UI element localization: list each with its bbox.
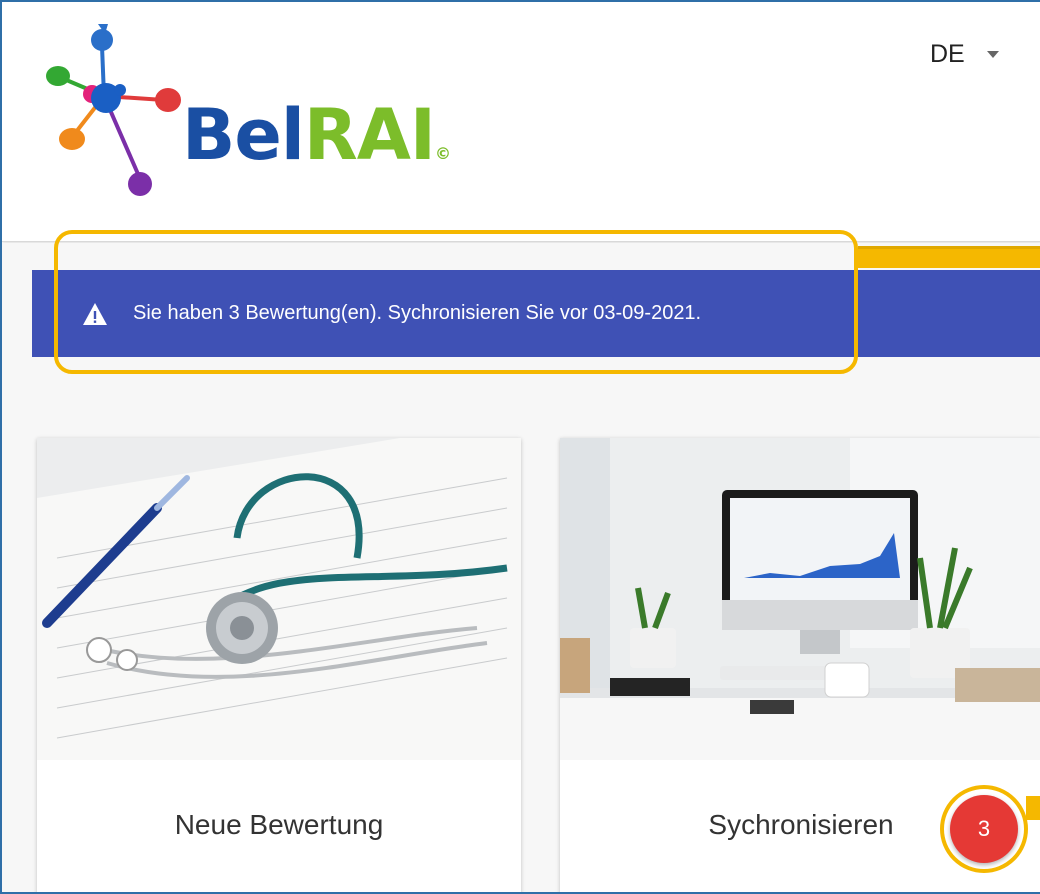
belrai-logo-mark xyxy=(46,24,181,196)
language-selector-label: DE xyxy=(930,39,965,68)
language-selector[interactable]: DE xyxy=(930,36,999,72)
app-header: BelRAI© DE xyxy=(2,2,1040,242)
belrai-logo-text: BelRAI© xyxy=(182,94,451,176)
desk-monitor-image xyxy=(560,438,1040,760)
belrai-logo[interactable]: BelRAI© xyxy=(42,24,472,209)
caret-down-icon xyxy=(986,50,999,58)
annotation-highlight-banner xyxy=(54,230,858,374)
new-assessment-label: Neue Bewertung xyxy=(174,809,384,840)
annotation-pointer-badge xyxy=(1026,796,1040,820)
main-content: Sie haben 3 Bewertung(en). Sychronisiere… xyxy=(2,230,1040,892)
pending-count-badge[interactable]: 3 xyxy=(950,795,1018,863)
new-assessment-card[interactable]: Neue Bewertung xyxy=(37,438,521,892)
stethoscope-image xyxy=(37,438,521,760)
annotation-pointer xyxy=(858,246,1040,268)
app-frame: BelRAI© DE Sie haben 3 Bewertung(en). Sy… xyxy=(0,0,1040,894)
